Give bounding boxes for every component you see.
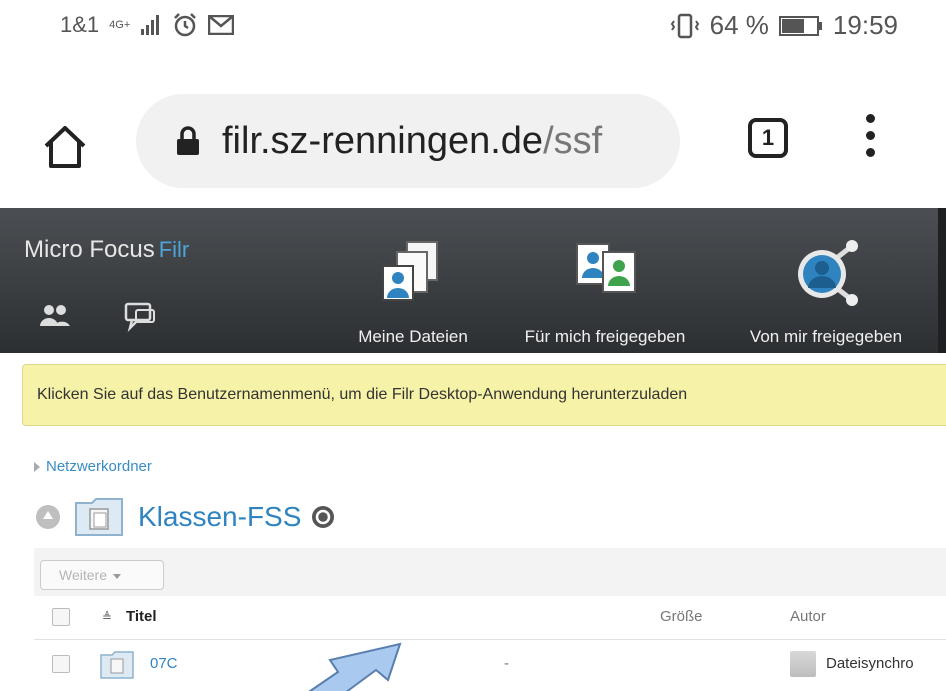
status-bar: 1&1 4G+ 64 % 19:59 [0, 0, 946, 56]
mail-icon [208, 15, 235, 35]
header-divider [938, 208, 946, 353]
url-path: /ssf [543, 119, 603, 162]
url-text: filr.sz-renningen.de/ssf [222, 120, 602, 163]
nav-my-files-label: Meine Dateien [358, 327, 468, 346]
row-size: - [504, 655, 509, 672]
tab-switcher-button[interactable]: 1 [748, 118, 788, 158]
desktop-app-notice: Klicken Sie auf das Benutzernamenmenü, u… [22, 364, 946, 426]
chevron-down-icon [112, 573, 121, 579]
folder-heading: Klassen-FSS [36, 492, 335, 542]
annotation-arrow [308, 642, 402, 691]
carrier-label: 1&1 [60, 12, 100, 37]
breadcrumb-label[interactable]: Netzwerkordner [46, 458, 152, 475]
status-left: 1&1 4G+ [60, 12, 235, 38]
brand-logo: Micro Focus Filr [24, 236, 189, 264]
more-actions-button[interactable]: Weitere [40, 560, 164, 590]
browser-menu-icon[interactable] [860, 114, 880, 166]
status-right: 64 % 19:59 [670, 10, 898, 41]
signal-icon [141, 15, 160, 35]
table-header: ≜ Titel Größe Autor [34, 596, 946, 640]
url-domain: filr.sz-renningen.de [222, 119, 544, 162]
shared-by-me-icon [798, 240, 858, 306]
nav-shared-by-me[interactable]: Von mir freigegeben [736, 238, 916, 348]
address-bar[interactable]: filr.sz-renningen.de/ssf [136, 94, 680, 188]
parent-folder-icon[interactable] [36, 505, 60, 529]
folder-icon [100, 651, 134, 679]
sort-asc-icon[interactable]: ≜ [102, 610, 112, 624]
nav-shared-with-me-label: Für mich freigegeben [524, 327, 686, 346]
gear-icon[interactable] [311, 505, 335, 529]
people-icon[interactable] [36, 300, 74, 332]
breadcrumb-expand-icon[interactable] [34, 462, 40, 473]
filr-header: Micro Focus Filr Meine Dateien Für mich f… [0, 208, 946, 353]
lock-icon [177, 126, 199, 155]
folder-toolbar: Weitere [34, 548, 946, 596]
nav-my-files[interactable]: Meine Dateien [350, 238, 476, 348]
alarm-icon [174, 13, 197, 37]
battery-icon [778, 15, 822, 36]
brand-name: Micro Focus [24, 236, 155, 263]
row-author: Dateisynchro [826, 655, 914, 672]
avatar [790, 651, 816, 677]
shared-with-me-icon [576, 243, 636, 293]
column-author[interactable]: Autor [790, 608, 826, 625]
brand-product: Filr [158, 237, 190, 262]
browser-toolbar: filr.sz-renningen.de/ssf 1 [0, 56, 946, 206]
column-title[interactable]: Titel [126, 608, 157, 625]
select-all-checkbox[interactable] [52, 608, 70, 626]
breadcrumb[interactable]: Netzwerkordner [34, 458, 152, 475]
network-type-label: 4G+ [109, 19, 131, 31]
column-size[interactable]: Größe [660, 608, 703, 625]
nav-shared-by-me-label: Von mir freigegeben [749, 327, 903, 346]
row-name-link[interactable]: 07C [150, 655, 178, 672]
table-row[interactable]: 07C - Dateisynchro [34, 641, 946, 691]
vibrate-icon [670, 13, 699, 38]
folder-title[interactable]: Klassen-FSS [138, 501, 301, 533]
row-checkbox[interactable] [52, 655, 70, 673]
my-files-icon [382, 241, 438, 301]
comments-icon[interactable] [122, 300, 160, 332]
folder-icon [75, 498, 123, 536]
clock: 19:59 [832, 10, 898, 40]
more-actions-label: Weitere [59, 567, 107, 583]
home-icon[interactable] [42, 124, 88, 170]
battery-percent: 64 % [709, 10, 769, 40]
nav-shared-with-me[interactable]: Für mich freigegeben [512, 238, 698, 348]
